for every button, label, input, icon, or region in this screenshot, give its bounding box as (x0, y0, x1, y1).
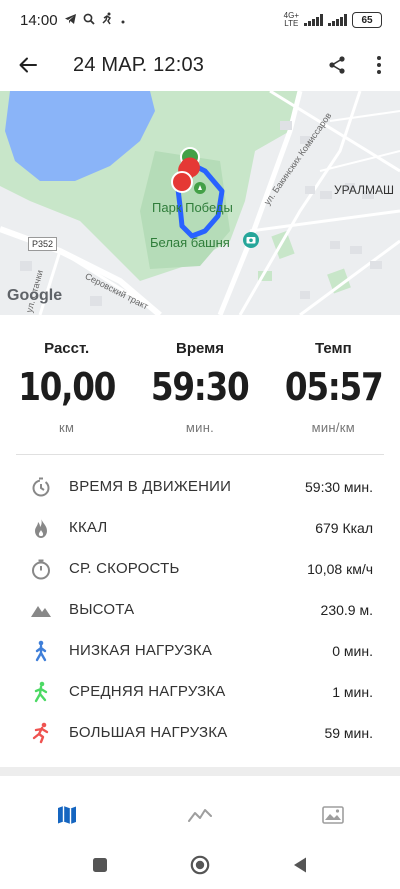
battery-icon: 65 (352, 12, 382, 28)
stat-unit: мин. (185, 420, 215, 435)
summary-stats: Расст. 10,00 км Время 59:30 мин. Темп 05… (0, 330, 400, 440)
details-list: ВРЕМЯ В ДВИЖЕНИИ 59:30 мин. ККАЛ 679 Кка… (0, 466, 400, 753)
notification-dot-icon (120, 13, 126, 28)
back-button[interactable] (0, 40, 56, 90)
list-item-high-load: БОЛЬШАЯ НАГРУЗКА 59 мин. (0, 712, 400, 753)
back-nav-button[interactable] (286, 851, 314, 879)
divider (16, 454, 384, 455)
road-shield-p352: Р352 (28, 237, 58, 251)
tab-map[interactable] (0, 789, 133, 841)
more-button[interactable] (358, 40, 400, 90)
activity-runner-icon (101, 12, 114, 28)
network-type: 4G+ LTE (283, 11, 299, 28)
triangle-back-icon (294, 857, 306, 873)
jogging-person-icon (30, 681, 52, 703)
bottom-tabs (0, 789, 400, 841)
map-icon (57, 806, 76, 824)
stat-distance: Расст. 10,00 км (0, 330, 133, 440)
stat-label: Расст. (44, 340, 90, 357)
status-time: 14:00 (20, 11, 58, 29)
chart-line-icon (187, 809, 212, 822)
timer-icon (30, 558, 52, 580)
stat-label: Время (175, 340, 224, 357)
page-title: 24 МАР. 12:03 (73, 53, 205, 76)
mountain-icon (30, 599, 52, 621)
app-bar: 24 МАР. 12:03 (0, 40, 400, 90)
stat-pace: Темп 05:57 мин/км (267, 330, 400, 440)
stat-time: Время 59:30 мин. (133, 330, 266, 440)
flame-icon (30, 517, 52, 539)
stat-unit: мин/км (311, 420, 356, 435)
google-logo: Google (7, 287, 63, 304)
tab-chart[interactable] (133, 789, 266, 841)
share-button[interactable] (316, 40, 358, 90)
map-label-district: УРАЛМАШ (334, 183, 394, 197)
telegram-icon (64, 13, 77, 28)
map-label-park: Парк Победы (152, 200, 233, 215)
stat-value: 59:30 (151, 365, 250, 409)
recents-button[interactable] (86, 851, 114, 879)
arrow-left-icon (19, 57, 37, 73)
share-icon (329, 56, 345, 74)
running-person-icon (30, 722, 52, 744)
tab-photos[interactable] (267, 789, 400, 841)
list-item-avg-speed: СР. СКОРОСТЬ 10,08 км/ч (0, 548, 400, 589)
stat-value: 10,00 (18, 365, 116, 409)
home-circle-icon (190, 855, 210, 875)
search-icon (83, 13, 95, 28)
list-item-medium-load: СРЕДНЯЯ НАГРУЗКА 1 мин. (0, 671, 400, 712)
status-bar: 14:00 4G+ LTE 65 (0, 0, 400, 40)
list-item-low-load: НИЗКАЯ НАГРУЗКА 0 мин. (0, 630, 400, 671)
list-item-altitude: ВЫСОТА 230.9 м. (0, 589, 400, 630)
list-item-moving-time: ВРЕМЯ В ДВИЖЕНИИ 59:30 мин. (0, 466, 400, 507)
route-map[interactable]: Парк Победы Белая башня УРАЛМАШ ул. Баки… (0, 91, 400, 315)
signal-2-icon (328, 14, 347, 26)
park-marker-icon (194, 182, 206, 194)
stat-value: 05:57 (284, 365, 384, 409)
list-item-kcal: ККАЛ 679 Ккал (0, 507, 400, 548)
more-vertical-icon (377, 56, 381, 74)
stopwatch-motion-icon (30, 476, 52, 498)
system-nav-bar (0, 841, 400, 889)
walking-person-icon (30, 640, 52, 662)
square-icon (93, 858, 107, 872)
section-separator (0, 767, 400, 776)
image-icon (322, 806, 345, 824)
stat-unit: км (59, 420, 75, 435)
home-button[interactable] (186, 851, 214, 879)
stat-label: Темп (314, 340, 352, 357)
camera-marker-icon (243, 232, 259, 248)
signal-icon (304, 14, 323, 26)
map-label-tower: Белая башня (150, 235, 230, 250)
